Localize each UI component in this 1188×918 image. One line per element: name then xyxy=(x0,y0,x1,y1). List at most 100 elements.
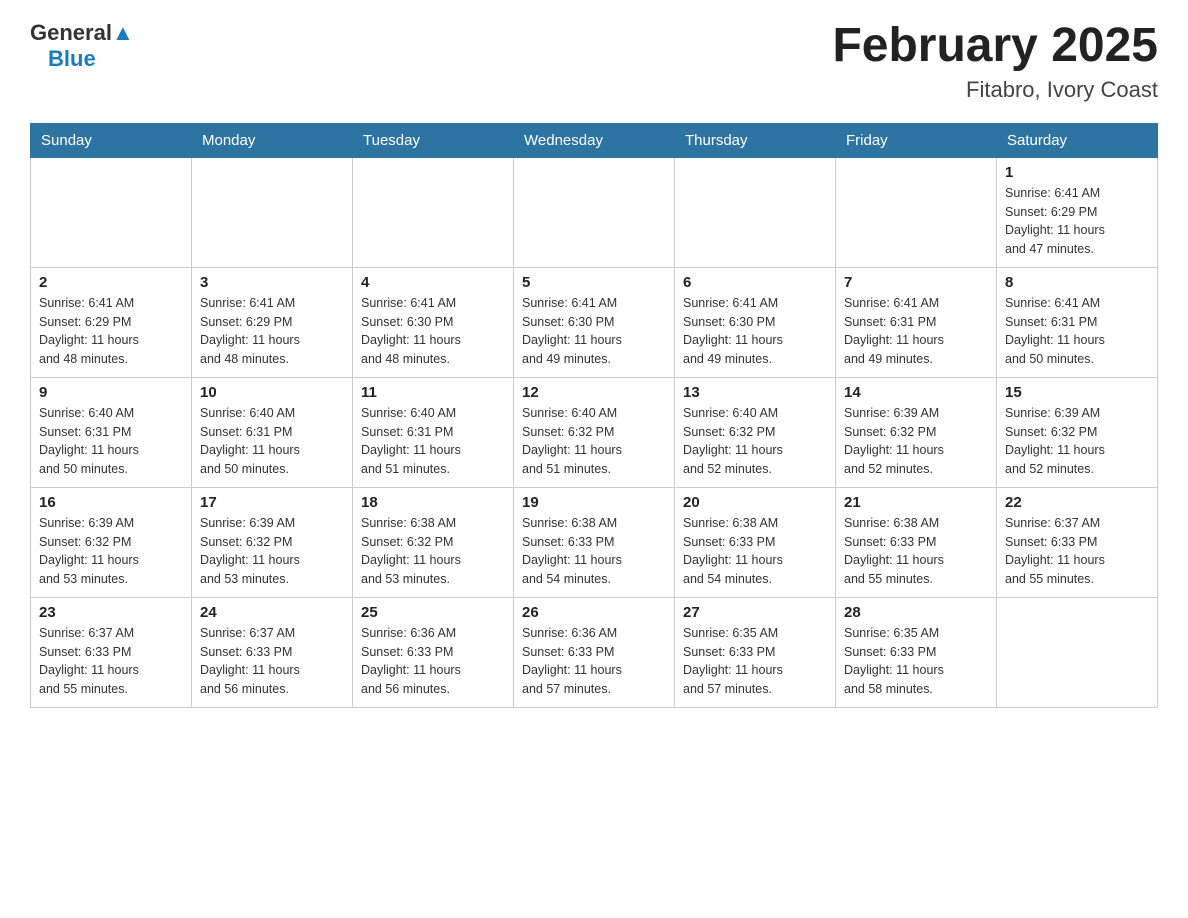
table-row xyxy=(514,157,675,267)
day-info: Sunrise: 6:40 AMSunset: 6:32 PMDaylight:… xyxy=(683,404,827,479)
day-number: 28 xyxy=(844,604,988,621)
day-info: Sunrise: 6:41 AMSunset: 6:31 PMDaylight:… xyxy=(1005,294,1149,369)
day-number: 5 xyxy=(522,274,666,291)
day-number: 11 xyxy=(361,384,505,401)
day-number: 10 xyxy=(200,384,344,401)
day-info: Sunrise: 6:41 AMSunset: 6:29 PMDaylight:… xyxy=(1005,184,1149,259)
table-row: 5 Sunrise: 6:41 AMSunset: 6:30 PMDaylight… xyxy=(514,267,675,377)
day-number: 6 xyxy=(683,274,827,291)
month-year-title: February 2025 xyxy=(832,20,1158,73)
table-row: 16 Sunrise: 6:39 AMSunset: 6:32 PMDayligh… xyxy=(31,487,192,597)
col-sunday: Sunday xyxy=(31,123,192,157)
day-number: 16 xyxy=(39,494,183,511)
calendar-week-row: 23 Sunrise: 6:37 AMSunset: 6:33 PMDayligh… xyxy=(31,597,1158,707)
calendar-week-row: 9 Sunrise: 6:40 AMSunset: 6:31 PMDaylight… xyxy=(31,377,1158,487)
col-friday: Friday xyxy=(836,123,997,157)
day-info: Sunrise: 6:38 AMSunset: 6:33 PMDaylight:… xyxy=(522,514,666,589)
table-row: 27 Sunrise: 6:35 AMSunset: 6:33 PMDayligh… xyxy=(675,597,836,707)
table-row xyxy=(836,157,997,267)
col-thursday: Thursday xyxy=(675,123,836,157)
day-info: Sunrise: 6:41 AMSunset: 6:30 PMDaylight:… xyxy=(522,294,666,369)
calendar-header-row: Sunday Monday Tuesday Wednesday Thursday… xyxy=(31,123,1158,157)
day-info: Sunrise: 6:39 AMSunset: 6:32 PMDaylight:… xyxy=(39,514,183,589)
day-info: Sunrise: 6:39 AMSunset: 6:32 PMDaylight:… xyxy=(844,404,988,479)
logo: General▲ Blue xyxy=(30,20,134,72)
day-info: Sunrise: 6:39 AMSunset: 6:32 PMDaylight:… xyxy=(1005,404,1149,479)
day-info: Sunrise: 6:41 AMSunset: 6:29 PMDaylight:… xyxy=(39,294,183,369)
table-row: 23 Sunrise: 6:37 AMSunset: 6:33 PMDayligh… xyxy=(31,597,192,707)
calendar-week-row: 2 Sunrise: 6:41 AMSunset: 6:29 PMDaylight… xyxy=(31,267,1158,377)
day-number: 12 xyxy=(522,384,666,401)
table-row: 11 Sunrise: 6:40 AMSunset: 6:31 PMDayligh… xyxy=(353,377,514,487)
table-row xyxy=(192,157,353,267)
day-number: 2 xyxy=(39,274,183,291)
day-number: 25 xyxy=(361,604,505,621)
day-number: 26 xyxy=(522,604,666,621)
table-row xyxy=(997,597,1158,707)
col-wednesday: Wednesday xyxy=(514,123,675,157)
day-info: Sunrise: 6:36 AMSunset: 6:33 PMDaylight:… xyxy=(522,624,666,699)
col-tuesday: Tuesday xyxy=(353,123,514,157)
day-number: 18 xyxy=(361,494,505,511)
logo-blue-text: Blue xyxy=(48,46,96,72)
table-row: 1 Sunrise: 6:41 AMSunset: 6:29 PMDaylight… xyxy=(997,157,1158,267)
day-info: Sunrise: 6:40 AMSunset: 6:31 PMDaylight:… xyxy=(361,404,505,479)
table-row: 9 Sunrise: 6:40 AMSunset: 6:31 PMDaylight… xyxy=(31,377,192,487)
table-row: 25 Sunrise: 6:36 AMSunset: 6:33 PMDayligh… xyxy=(353,597,514,707)
table-row: 22Sunrise: 6:37 AMSunset: 6:33 PMDayligh… xyxy=(997,487,1158,597)
day-number: 22 xyxy=(1005,494,1149,511)
day-info: Sunrise: 6:39 AMSunset: 6:32 PMDaylight:… xyxy=(200,514,344,589)
title-block: February 2025 Fitabro, Ivory Coast xyxy=(832,20,1158,103)
table-row: 4 Sunrise: 6:41 AMSunset: 6:30 PMDaylight… xyxy=(353,267,514,377)
table-row: 17Sunrise: 6:39 AMSunset: 6:32 PMDayligh… xyxy=(192,487,353,597)
table-row: 15 Sunrise: 6:39 AMSunset: 6:32 PMDayligh… xyxy=(997,377,1158,487)
day-info: Sunrise: 6:40 AMSunset: 6:31 PMDaylight:… xyxy=(39,404,183,479)
day-info: Sunrise: 6:40 AMSunset: 6:31 PMDaylight:… xyxy=(200,404,344,479)
day-number: 1 xyxy=(1005,164,1149,181)
table-row: 13Sunrise: 6:40 AMSunset: 6:32 PMDayligh… xyxy=(675,377,836,487)
table-row: 26 Sunrise: 6:36 AMSunset: 6:33 PMDayligh… xyxy=(514,597,675,707)
day-number: 15 xyxy=(1005,384,1149,401)
logo-general-text: General▲ xyxy=(30,20,134,46)
day-info: Sunrise: 6:38 AMSunset: 6:33 PMDaylight:… xyxy=(844,514,988,589)
table-row xyxy=(353,157,514,267)
calendar-week-row: 1 Sunrise: 6:41 AMSunset: 6:29 PMDaylight… xyxy=(31,157,1158,267)
table-row: 3 Sunrise: 6:41 AMSunset: 6:29 PMDaylight… xyxy=(192,267,353,377)
table-row: 10 Sunrise: 6:40 AMSunset: 6:31 PMDayligh… xyxy=(192,377,353,487)
day-number: 21 xyxy=(844,494,988,511)
day-number: 4 xyxy=(361,274,505,291)
day-info: Sunrise: 6:40 AMSunset: 6:32 PMDaylight:… xyxy=(522,404,666,479)
table-row: 12 Sunrise: 6:40 AMSunset: 6:32 PMDayligh… xyxy=(514,377,675,487)
table-row: 2 Sunrise: 6:41 AMSunset: 6:29 PMDaylight… xyxy=(31,267,192,377)
day-number: 24 xyxy=(200,604,344,621)
table-row: 7 Sunrise: 6:41 AMSunset: 6:31 PMDaylight… xyxy=(836,267,997,377)
day-number: 27 xyxy=(683,604,827,621)
logo-triangle-icon: ▲ xyxy=(112,20,134,45)
day-info: Sunrise: 6:38 AMSunset: 6:33 PMDaylight:… xyxy=(683,514,827,589)
table-row: 28 Sunrise: 6:35 AMSunset: 6:33 PMDayligh… xyxy=(836,597,997,707)
day-number: 20 xyxy=(683,494,827,511)
table-row: 24Sunrise: 6:37 AMSunset: 6:33 PMDayligh… xyxy=(192,597,353,707)
table-row: 8Sunrise: 6:41 AMSunset: 6:31 PMDaylight… xyxy=(997,267,1158,377)
day-number: 14 xyxy=(844,384,988,401)
day-number: 23 xyxy=(39,604,183,621)
day-info: Sunrise: 6:41 AMSunset: 6:30 PMDaylight:… xyxy=(361,294,505,369)
day-info: Sunrise: 6:41 AMSunset: 6:31 PMDaylight:… xyxy=(844,294,988,369)
day-number: 7 xyxy=(844,274,988,291)
table-row: 20 Sunrise: 6:38 AMSunset: 6:33 PMDayligh… xyxy=(675,487,836,597)
day-info: Sunrise: 6:38 AMSunset: 6:32 PMDaylight:… xyxy=(361,514,505,589)
day-info: Sunrise: 6:41 AMSunset: 6:29 PMDaylight:… xyxy=(200,294,344,369)
day-number: 3 xyxy=(200,274,344,291)
col-monday: Monday xyxy=(192,123,353,157)
calendar-week-row: 16 Sunrise: 6:39 AMSunset: 6:32 PMDayligh… xyxy=(31,487,1158,597)
day-number: 9 xyxy=(39,384,183,401)
table-row: 21 Sunrise: 6:38 AMSunset: 6:33 PMDayligh… xyxy=(836,487,997,597)
table-row: 19Sunrise: 6:38 AMSunset: 6:33 PMDayligh… xyxy=(514,487,675,597)
location-subtitle: Fitabro, Ivory Coast xyxy=(832,77,1158,103)
day-info: Sunrise: 6:35 AMSunset: 6:33 PMDaylight:… xyxy=(844,624,988,699)
day-info: Sunrise: 6:35 AMSunset: 6:33 PMDaylight:… xyxy=(683,624,827,699)
day-info: Sunrise: 6:36 AMSunset: 6:33 PMDaylight:… xyxy=(361,624,505,699)
day-info: Sunrise: 6:37 AMSunset: 6:33 PMDaylight:… xyxy=(39,624,183,699)
table-row xyxy=(675,157,836,267)
day-info: Sunrise: 6:41 AMSunset: 6:30 PMDaylight:… xyxy=(683,294,827,369)
